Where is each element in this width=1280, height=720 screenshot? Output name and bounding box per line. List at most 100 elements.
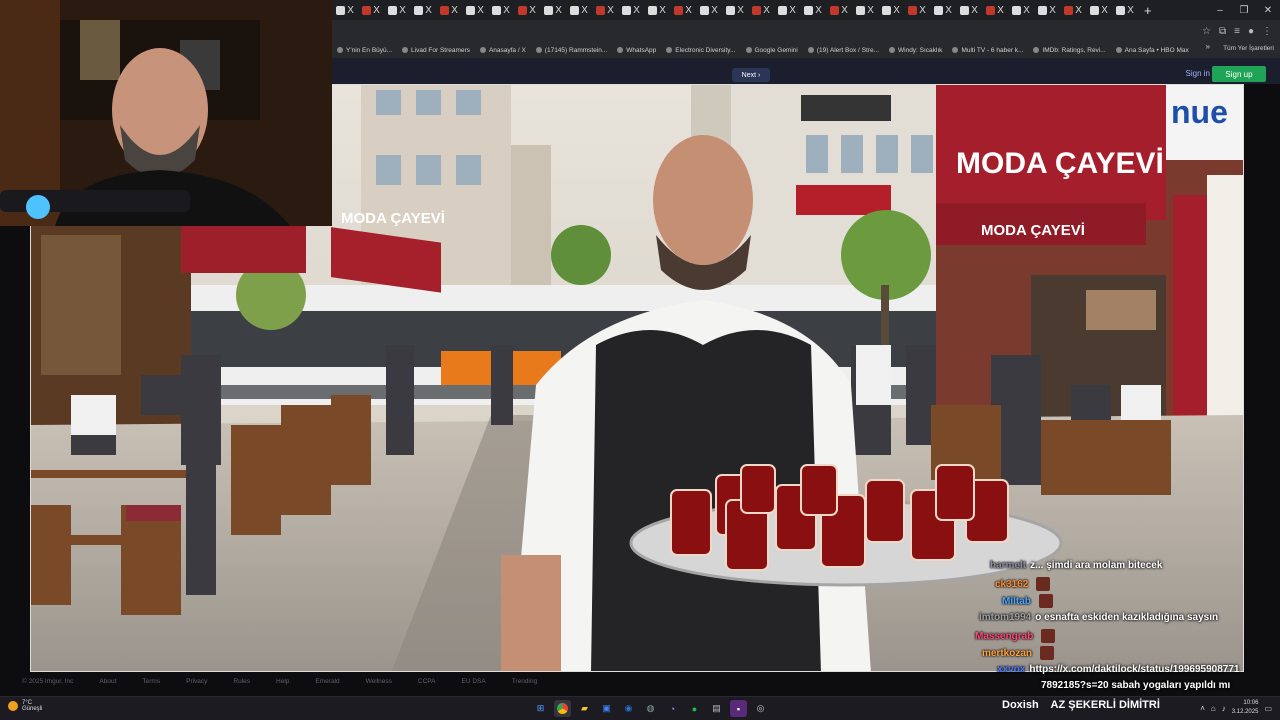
menu-icon[interactable]: ⋮ [1262, 26, 1272, 37]
footer-link[interactable]: About [99, 678, 116, 690]
chevron-up-icon[interactable]: ˄ [1200, 704, 1205, 713]
footer-link[interactable]: CCPA [418, 678, 436, 690]
close-button[interactable]: ✕ [1256, 0, 1280, 20]
browser-tab[interactable]: X [1086, 0, 1112, 20]
bookmark-favicon-icon [479, 47, 486, 53]
bookmark-item[interactable]: WhatsApp [612, 47, 661, 54]
extensions-icon[interactable]: ⧉ [1219, 26, 1226, 37]
footer-link[interactable]: Help [276, 678, 289, 690]
browser-tab[interactable]: X [384, 0, 410, 20]
bookmark-item[interactable]: (17145) Rammstein... [531, 47, 613, 54]
browser-tab[interactable]: X [410, 0, 436, 20]
browser-tab[interactable]: X [514, 0, 540, 20]
tab-favicon-icon [830, 5, 840, 15]
clock[interactable]: 10:06 3.12.2025 [1232, 699, 1259, 717]
speaker-icon[interactable]: ♪ [1222, 704, 1226, 713]
browser-tab[interactable]: X [826, 0, 852, 20]
browser-tab[interactable]: X [644, 0, 670, 20]
footer-link[interactable]: Wellness [366, 678, 392, 690]
browser-tab[interactable]: X [1060, 0, 1086, 20]
tab-favicon-icon [856, 5, 866, 15]
browser-tab[interactable]: X [722, 0, 748, 20]
bookmark-item[interactable]: Windy: Sıcaklık [884, 47, 947, 54]
bookmark-item[interactable]: IMDb: Ratings, Revi... [1028, 47, 1110, 54]
taskbar-apps: ⊞ ▰ ▣ ◉ ◍ ◔ ● ▤ ▪ ◎ [532, 700, 769, 717]
sign-up-button[interactable]: Sign up [1212, 66, 1266, 82]
app-icon[interactable]: ◉ [620, 700, 637, 717]
chat-message: 7892185?s=20 sabah yogaları yapıldı mı [1041, 680, 1230, 691]
browser-tab[interactable]: X [800, 0, 826, 20]
star-icon[interactable]: ☆ [1202, 26, 1211, 37]
window-controls: – ❐ ✕ [1208, 0, 1280, 20]
discord-icon[interactable]: ◔ [664, 700, 681, 717]
bookmark-label: WhatsApp [626, 46, 657, 54]
browser-tab[interactable]: X [1008, 0, 1034, 20]
browser-tab[interactable]: X [956, 0, 982, 20]
bookmark-item[interactable]: Ana Sayfa • HBO Max [1111, 47, 1194, 54]
footer-link[interactable]: Trending [512, 678, 537, 690]
browser-tab[interactable]: X [332, 0, 358, 20]
footer-link[interactable]: Privacy [186, 678, 207, 690]
new-tab-button[interactable]: + [1138, 3, 1158, 18]
browser-tab[interactable]: X [436, 0, 462, 20]
store-icon[interactable]: ▣ [598, 700, 615, 717]
bookmark-item[interactable]: Anasayfa / X [475, 47, 531, 54]
bookmark-item[interactable]: Livad For Streamers [397, 47, 475, 54]
bookmark-item[interactable]: Multi TV - 6 haber k... [947, 47, 1028, 54]
profile-icon[interactable]: ● [1248, 26, 1254, 37]
browser-tab[interactable]: X [904, 0, 930, 20]
minimize-button[interactable]: – [1208, 0, 1232, 20]
bookmark-label: Multi TV - 6 haber k... [961, 46, 1024, 54]
browser-tab[interactable]: X [618, 0, 644, 20]
browser-tab[interactable]: X [930, 0, 956, 20]
browser-tab[interactable]: X [982, 0, 1008, 20]
tab-favicon-icon [882, 5, 892, 15]
browser-tab[interactable]: X [592, 0, 618, 20]
chat-message: mertkozan [982, 646, 1055, 660]
browser-tab[interactable]: X [748, 0, 774, 20]
browser-tab[interactable]: X [696, 0, 722, 20]
bookmark-item[interactable]: Electronic Diversity... [661, 47, 740, 54]
footer-link[interactable]: Rules [233, 678, 250, 690]
browser-tab[interactable]: X [566, 0, 592, 20]
browser-tab[interactable]: X [878, 0, 904, 20]
footer-link[interactable]: Emerald [315, 678, 339, 690]
browser-tab[interactable]: X [462, 0, 488, 20]
tab-favicon-icon [1012, 5, 1022, 15]
network-icon[interactable]: ⌂ [1211, 704, 1216, 713]
steam-icon[interactable]: ◍ [642, 700, 659, 717]
footer-link[interactable]: Terms [142, 678, 160, 690]
bookmark-item[interactable]: (19) Alert Box / Stre... [803, 47, 884, 54]
tab-favicon-icon [336, 5, 346, 15]
copyright-text: © 2025 Imgur, Inc [22, 678, 74, 685]
bookmarks-overflow-button[interactable]: » [1206, 42, 1210, 51]
browser-tab[interactable]: X [358, 0, 384, 20]
browser-tab[interactable]: X [1112, 0, 1138, 20]
browser-tab[interactable]: X [540, 0, 566, 20]
browser-tab[interactable]: X [1034, 0, 1060, 20]
epic-icon[interactable]: ▤ [708, 700, 725, 717]
browser-tab[interactable]: X [488, 0, 514, 20]
moda-cayevi-awning-text: MODA ÇAYEVİ [981, 222, 1085, 239]
maximize-button[interactable]: ❐ [1232, 0, 1256, 20]
bookmark-item[interactable]: Y'nin En Büyü... [332, 47, 397, 54]
next-button[interactable]: Next › [732, 68, 770, 82]
browser-tab[interactable]: X [774, 0, 800, 20]
all-bookmarks-button[interactable]: Tüm Yer İşaretleri [1223, 45, 1274, 52]
notification-icon[interactable]: ▭ [1264, 704, 1272, 713]
folder-icon[interactable]: ▰ [576, 700, 593, 717]
next-app-icon[interactable]: ▪ [730, 700, 747, 717]
weather-widget[interactable]: 7°C Güneşli [8, 700, 42, 712]
sign-in-link[interactable]: Sign in [1186, 69, 1210, 78]
media-icon[interactable]: ≡ [1234, 26, 1240, 37]
browser-tab[interactable]: X [670, 0, 696, 20]
chrome-icon[interactable] [554, 700, 571, 717]
obs-icon[interactable]: ◎ [752, 700, 769, 717]
browser-tab[interactable]: X [852, 0, 878, 20]
bookmark-item[interactable]: Google Gemini [741, 47, 803, 54]
tab-label: X [997, 4, 1004, 16]
start-icon[interactable]: ⊞ [532, 700, 549, 717]
bookmark-label: (19) Alert Box / Stre... [816, 46, 879, 54]
footer-link[interactable]: EU DSA [461, 678, 485, 690]
spotify-icon[interactable]: ● [686, 700, 703, 717]
